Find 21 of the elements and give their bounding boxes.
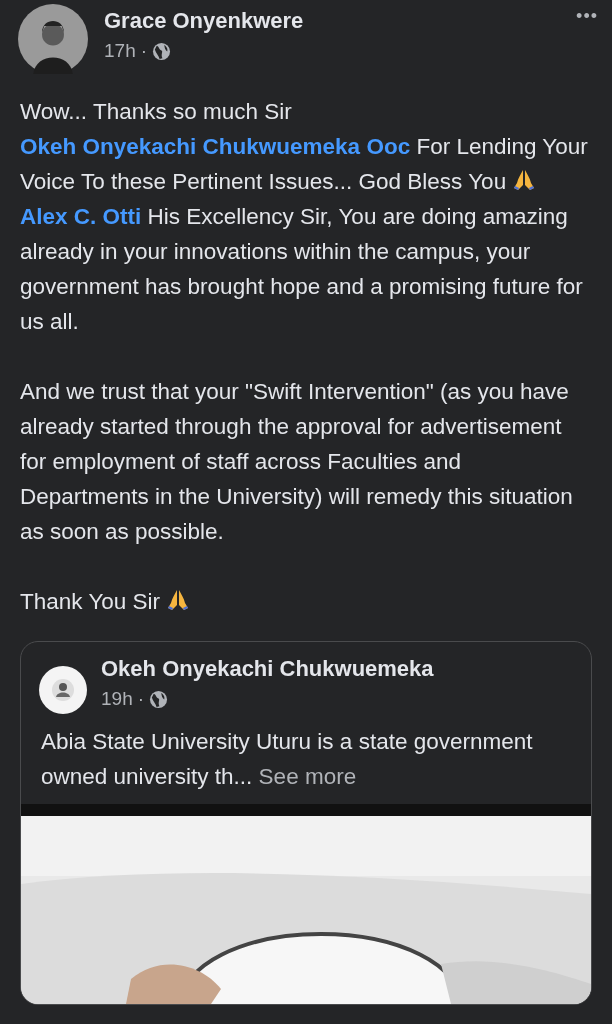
post-time[interactable]: 19h [101,688,133,710]
more-options-button[interactable]: ••• [576,6,598,27]
praying-hands-icon [166,588,191,612]
globe-icon [149,689,169,709]
post-text: Abia State University Uturu is a state government owned university th... See more [40,728,534,791]
separator-dot: · [140,40,148,62]
mention-link[interactable]: Alex C. Otti [20,204,142,229]
separator-dot: · [137,688,145,710]
avatar[interactable] [18,4,88,74]
shared-post-card[interactable]: Okeh Onyekachi Chukwuemeka 19h · Abia State University Uturu is a state government owned university th... See more [20,641,592,1005]
globe-icon [152,41,172,61]
author-name[interactable]: Grace Onyenkwere [104,8,577,34]
post-time[interactable]: 17h [104,40,136,62]
post-text: And we trust that your "Swift Intervention" (as you have already started through the approval for advertisement for employment of staff across Faculties and Departments in the University) will remedy this situation as soon as possible. [20,378,574,546]
mention-link[interactable]: Okeh Onyekachi Chukwuemeka Ooc [20,134,411,159]
avatar[interactable] [39,666,87,714]
author-name[interactable]: Okeh Onyekachi Chukwuemeka [101,656,577,682]
post-text: Thank You Sir [20,584,592,619]
praying-hands-icon [512,168,537,192]
see-more-link[interactable]: See more [258,764,357,789]
post-text: Wow... Thanks so much Sir Okeh Onyekachi Chukwuemeka Ooc For Lending Your Voice To these Pertinent Issues... God Bless You Alex C. Otti His Excellency Sir, You are doing amazing already in your innovations within the campus, your government has brought hope and a promising future for us all. [20,98,589,336]
